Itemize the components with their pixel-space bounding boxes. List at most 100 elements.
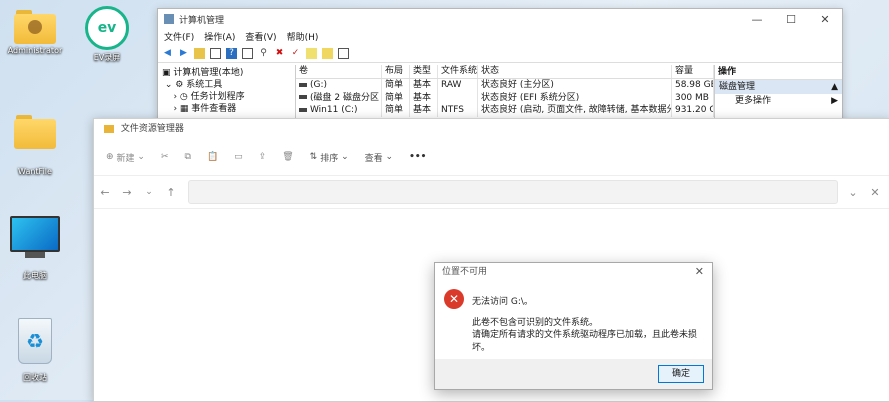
col-filesystem[interactable]: 文件系统	[438, 65, 478, 78]
list-icon[interactable]	[338, 47, 349, 59]
tree-item-event-viewer[interactable]: › ▦ 事件查看器	[162, 103, 291, 115]
up-folder-icon[interactable]	[194, 47, 205, 59]
actions-header: 操作	[714, 65, 842, 80]
view-icon[interactable]	[242, 47, 253, 59]
grid-header: 卷 布局 类型 文件系统 状态 容量	[295, 65, 714, 79]
close-icon[interactable]: ✕	[864, 186, 886, 199]
menu-help[interactable]: 帮助(H)	[287, 30, 319, 43]
col-volume[interactable]: 卷	[296, 65, 382, 78]
desktop-icon-label: Administrator	[7, 46, 63, 55]
table-row[interactable]: (磁盘 2 磁盘分区 1) 简单 基本 状态良好 (EFI 系统分区) 300 …	[296, 91, 714, 104]
paste-button[interactable]: 📋	[207, 152, 218, 162]
back-arrow-icon[interactable]: ←	[94, 186, 116, 199]
delete-button[interactable]: 🗑	[282, 152, 293, 162]
explorer-app-icon	[104, 124, 114, 133]
menu-file[interactable]: 文件(F)	[164, 30, 194, 43]
close-icon[interactable]: ✕	[695, 263, 704, 281]
clipboard-icon: 📋	[206, 152, 219, 162]
ok-button[interactable]: 确定	[658, 365, 704, 383]
tree-item-system-tools[interactable]: ⌄ ⚙ 系统工具	[162, 79, 291, 91]
col-capacity[interactable]: 容量	[672, 65, 714, 78]
desktop-icon-this-pc[interactable]: 此电脑	[0, 216, 70, 281]
console-tree: ▣ 计算机管理(本地) ⌄ ⚙ 系统工具 › ◷ 任务计划程序 › ▦ 事件查看…	[158, 65, 296, 124]
sort-icon: ⇅	[309, 152, 318, 162]
col-type[interactable]: 类型	[410, 65, 438, 78]
view-button[interactable]: 查看 ⌄	[365, 151, 393, 164]
action-disk-management[interactable]: 磁盘管理 ▲	[714, 80, 842, 94]
desktop-icon-wantfile[interactable]: WantFile	[0, 115, 70, 176]
desktop-icon-label: WantFile	[18, 167, 52, 176]
disk-icon	[298, 82, 307, 87]
explorer-title-bar: 文件资源管理器	[94, 119, 889, 139]
monitor-icon	[10, 216, 60, 252]
action-more[interactable]: 更多操作 ▶	[715, 94, 842, 108]
properties-icon[interactable]	[306, 47, 317, 59]
disk-icon	[298, 107, 307, 112]
dialog-message-primary: 无法访问 G:\。	[472, 297, 533, 307]
recycle-bin-icon: ♻	[18, 318, 52, 364]
desktop-icon-label: 回收站	[23, 373, 47, 382]
checkmark-doc-icon[interactable]: ✓	[290, 48, 301, 59]
desktop-icon-label: 此电脑	[23, 271, 47, 280]
trash-icon: 🗑	[282, 152, 294, 162]
tree-item-task-scheduler[interactable]: › ◷ 任务计划程序	[162, 91, 291, 103]
search-doc-icon[interactable]	[322, 47, 333, 59]
desktop-icon-recycle-bin[interactable]: ♻ 回收站	[0, 318, 70, 383]
rename-button[interactable]: ▭	[234, 152, 243, 162]
volume-grid: 卷 布局 类型 文件系统 状态 容量 (G:) 简单 基本 RAW 状态良好 (…	[295, 65, 715, 124]
scissors-icon: ✂	[160, 152, 169, 162]
command-bar: ⊕ 新建 ⌄ ✂ ⧉ 📋 ▭ ⇪ 🗑 ⇅ 排序 ⌄ 查看 ⌄ •••	[94, 139, 889, 176]
menu-action[interactable]: 操作(A)	[204, 30, 235, 43]
desktop-icon-ev[interactable]: ev EV录屏	[72, 6, 142, 63]
col-status[interactable]: 状态	[478, 65, 672, 78]
desktop-icon-label: EV录屏	[93, 53, 121, 62]
error-icon: ✕	[444, 289, 464, 309]
sort-button[interactable]: ⇅ 排序 ⌄	[310, 151, 349, 164]
forward-arrow-icon[interactable]: ▶	[178, 48, 189, 59]
forward-arrow-icon[interactable]: →	[116, 186, 138, 199]
ev-recorder-icon: ev	[85, 6, 129, 50]
address-dropdown-icon[interactable]: ⌄	[842, 186, 864, 199]
address-bar-row: ← → ⌄ ↑ ⌄ ✕	[94, 176, 889, 209]
delete-icon[interactable]: ✖	[274, 48, 285, 59]
app-icon	[164, 14, 174, 24]
share-button[interactable]: ⇪	[259, 152, 267, 162]
copy-button[interactable]: ⧉	[185, 152, 191, 162]
dialog-message-line: 请确定所有请求的文件系统驱动程序已加载，且此卷未损坏。	[472, 330, 698, 353]
computer-management-window[interactable]: 计算机管理 — ☐ ✕ 文件(F) 操作(A) 查看(V) 帮助(H) ◀ ▶ …	[157, 8, 843, 125]
plus-circle-icon: ⊕	[106, 152, 114, 162]
more-options-button[interactable]: •••	[409, 152, 426, 162]
help-icon[interactable]: ?	[226, 47, 237, 59]
location-unavailable-dialog[interactable]: 位置不可用 ✕ ✕ 无法访问 G:\。 此卷不包含可识别的文件系统。 请确定所有…	[434, 262, 713, 390]
dialog-footer: 确定	[435, 359, 712, 389]
address-input[interactable]	[188, 180, 838, 204]
desktop-icon-administrator[interactable]: Administrator	[0, 10, 70, 55]
minimize-icon[interactable]: —	[740, 13, 774, 26]
col-layout[interactable]: 布局	[382, 65, 410, 78]
title-bar: 计算机管理 — ☐ ✕	[158, 9, 842, 29]
window-title: 计算机管理	[179, 15, 225, 26]
new-button[interactable]: ⊕ 新建 ⌄	[106, 151, 145, 164]
window-title: 文件资源管理器	[120, 124, 184, 134]
table-row[interactable]: Win11 (C:) 简单 基本 NTFS 状态良好 (启动, 页面文件, 故障…	[296, 104, 714, 117]
show-hide-tree-icon[interactable]	[210, 47, 221, 59]
cut-button[interactable]: ✂	[161, 152, 169, 162]
recent-chevron-icon[interactable]: ⌄	[138, 187, 160, 197]
table-row[interactable]: (G:) 简单 基本 RAW 状态良好 (主分区) 58.98 GE	[296, 79, 714, 92]
folder-icon	[14, 115, 56, 149]
rename-icon: ▭	[234, 152, 243, 162]
toolbar: ◀ ▶ ? ⚲ ✖ ✓	[158, 44, 842, 63]
user-folder-icon	[14, 10, 56, 44]
connect-icon[interactable]: ⚲	[258, 48, 269, 59]
menu-view[interactable]: 查看(V)	[245, 30, 276, 43]
maximize-icon[interactable]: ☐	[774, 13, 808, 26]
back-arrow-icon[interactable]: ◀	[162, 48, 173, 59]
collapse-arrow-icon[interactable]: ▲	[831, 80, 838, 94]
disk-icon	[298, 95, 307, 99]
actions-pane: 操作 磁盘管理 ▲ 更多操作 ▶	[714, 65, 842, 124]
tree-item-root[interactable]: ▣ 计算机管理(本地)	[162, 67, 291, 79]
up-arrow-icon[interactable]: ↑	[160, 186, 182, 199]
dialog-title-bar: 位置不可用 ✕	[435, 263, 712, 281]
close-icon[interactable]: ✕	[808, 13, 842, 26]
share-icon: ⇪	[258, 152, 267, 162]
